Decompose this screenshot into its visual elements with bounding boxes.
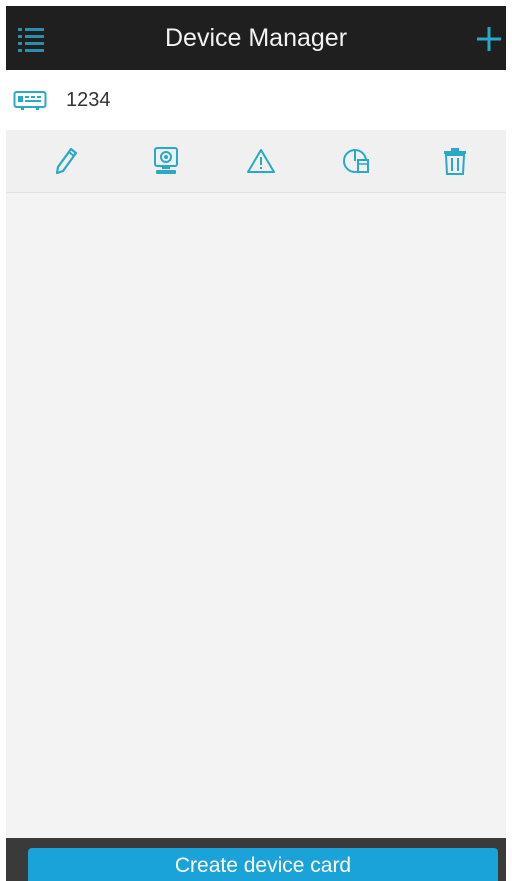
trash-icon — [442, 146, 468, 176]
status-button[interactable] — [332, 130, 380, 192]
device-list-item[interactable]: 1234 — [6, 70, 506, 130]
plus-icon — [475, 25, 503, 53]
camera-icon — [152, 146, 180, 176]
app-root: Device Manager 1234 Create device card — [0, 0, 512, 881]
top-bar: Device Manager — [6, 6, 506, 70]
alarm-button[interactable] — [237, 130, 285, 192]
device-manager-screen: Device Manager 1234 Create device card — [6, 6, 506, 881]
device-action-bar — [6, 130, 506, 193]
edit-button[interactable] — [43, 130, 91, 192]
page-title: Device Manager — [164, 24, 348, 52]
device-name: 1234 — [66, 88, 111, 111]
add-device-button[interactable] — [472, 20, 506, 58]
create-device-card-button[interactable]: Create device card — [28, 848, 498, 881]
alarm-warning-icon — [246, 147, 276, 175]
edit-pencil-icon — [54, 146, 80, 176]
device-card-icon — [12, 88, 48, 112]
status-pie-icon — [341, 146, 371, 176]
bottom-bar: Create device card — [6, 838, 506, 881]
delete-button[interactable] — [431, 130, 479, 192]
camera-button[interactable] — [142, 130, 190, 192]
